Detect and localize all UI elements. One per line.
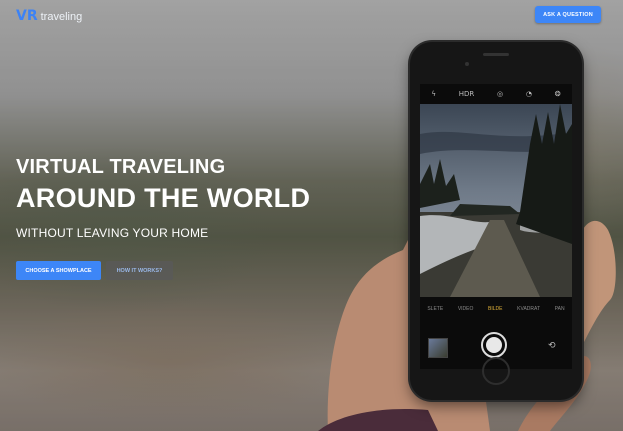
timer-icon[interactable]: ◔: [526, 90, 532, 98]
mode-slete[interactable]: SLETE: [427, 306, 443, 312]
logo[interactable]: VR traveling: [16, 8, 82, 24]
smartphone: ϟ HDR ◎ ◔ ❂ SLETE VIDEO BILDE KVADRAT PA…: [410, 42, 582, 400]
live-icon[interactable]: ◎: [497, 90, 503, 98]
mode-bilde[interactable]: BILDE: [488, 306, 502, 312]
camera-top-controls: ϟ HDR ◎ ◔ ❂: [420, 84, 572, 104]
mode-kvadrat[interactable]: KVADRAT: [517, 306, 540, 312]
mode-video[interactable]: VIDEO: [458, 306, 474, 312]
phone-front-camera: [465, 62, 469, 66]
camera-screen: ϟ HDR ◎ ◔ ❂ SLETE VIDEO BILDE KVADRAT PA…: [420, 84, 572, 369]
hdr-icon[interactable]: HDR: [459, 90, 475, 98]
how-it-works-button[interactable]: HOW IT WORKS?: [106, 261, 173, 280]
camera-modes: SLETE VIDEO BILDE KVADRAT PAN: [420, 306, 572, 312]
camera-viewfinder: [420, 104, 572, 297]
hero-title-line1: VIRTUAL TRAVELING: [16, 156, 226, 178]
switch-camera-icon[interactable]: ⟲: [548, 341, 556, 351]
hero-section: VR traveling ASK A QUESTION ϟ HDR ◎ ◔ ❂: [0, 0, 623, 431]
home-button[interactable]: [482, 357, 510, 385]
hero-subtitle: WITHOUT LEAVING YOUR HOME: [16, 226, 209, 240]
flash-icon[interactable]: ϟ: [431, 90, 436, 98]
hero-title-line2: AROUND THE WORLD: [16, 183, 311, 213]
phone-speaker: [483, 53, 509, 56]
gallery-thumbnail[interactable]: [428, 338, 448, 358]
logo-text: traveling: [40, 11, 83, 23]
shutter-button[interactable]: [481, 332, 507, 358]
ask-question-button[interactable]: ASK A QUESTION: [535, 6, 601, 23]
logo-mark: VR: [16, 8, 38, 24]
choose-showplace-button[interactable]: CHOOSE A SHOWPLACE: [16, 261, 101, 280]
mode-pan[interactable]: PAN: [555, 306, 565, 312]
filters-icon[interactable]: ❂: [555, 90, 561, 98]
